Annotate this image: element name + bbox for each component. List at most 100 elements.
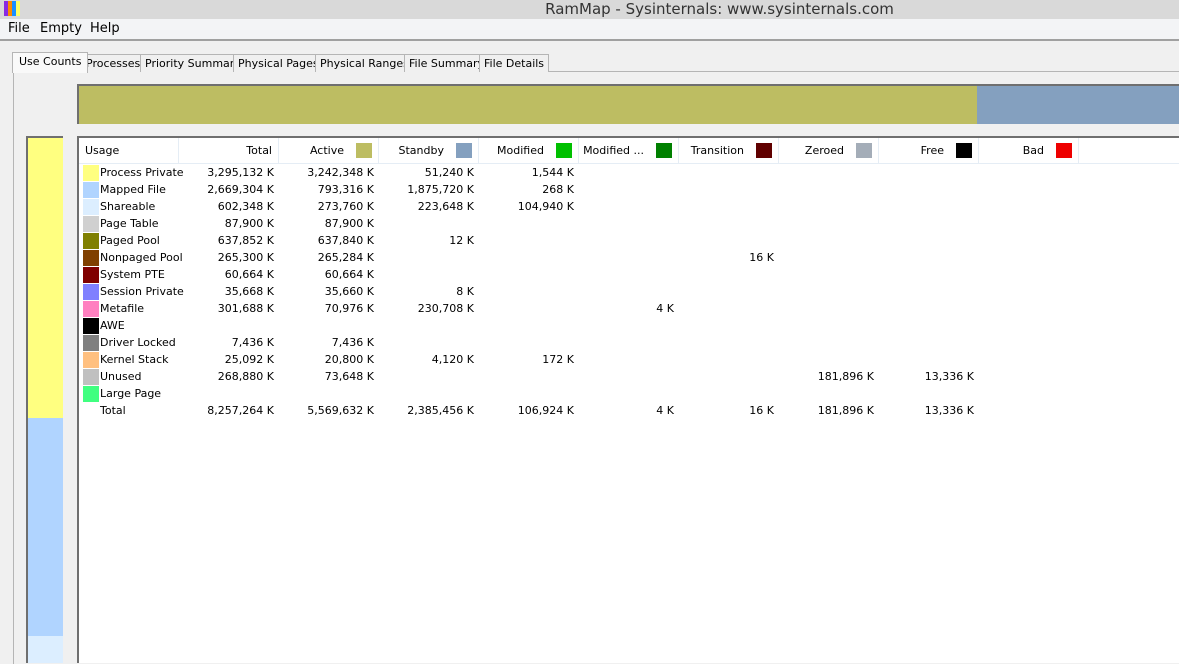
free-value bbox=[879, 317, 974, 334]
transition-value bbox=[679, 283, 774, 300]
legend-color-swatch bbox=[456, 143, 472, 158]
total-row[interactable]: Total 8,257,264 K 5,569,632 K 2,385,456 K 10… bbox=[79, 402, 1179, 419]
transition-value bbox=[679, 215, 774, 232]
modified-value bbox=[479, 385, 574, 402]
title-bar: RamMap - Sysinternals: www.sysinternals.… bbox=[0, 0, 1179, 19]
active-value: 273,760 K bbox=[317, 200, 374, 213]
usage-color-swatch bbox=[83, 182, 99, 198]
active-value: 265,284 K bbox=[317, 251, 374, 264]
modified-value: 268 K bbox=[542, 183, 574, 196]
usage-color-swatch bbox=[83, 386, 99, 402]
standby-value: 2,385,456 K bbox=[407, 404, 474, 417]
menu-bar: File Empty Help bbox=[0, 19, 1179, 41]
column-header-zeroed[interactable]: Zeroed bbox=[779, 138, 879, 163]
transition-value bbox=[679, 351, 774, 368]
table-row[interactable]: Metafile 301,688 K 70,976 K 230,708 K 4 K bbox=[79, 300, 1179, 317]
standby-value: 12 K bbox=[449, 234, 474, 247]
table-row[interactable]: Kernel Stack 25,092 K 20,800 K 4,120 K 172 K bbox=[79, 351, 1179, 368]
table-row[interactable]: Mapped File 2,669,304 K 793,316 K 1,875,720… bbox=[79, 181, 1179, 198]
legend-color-swatch bbox=[856, 143, 872, 158]
usage-label: Total bbox=[100, 404, 126, 417]
tab-priority-summary[interactable]: Priority Summary bbox=[140, 54, 246, 72]
zeroed-value bbox=[779, 249, 874, 266]
tab-physical-ranges[interactable]: Physical Ranges bbox=[315, 54, 414, 72]
zeroed-value bbox=[779, 351, 874, 368]
table-row[interactable]: Unused 268,880 K 73,648 K 181,896 K 13,336 K bbox=[79, 368, 1179, 385]
zeroed-value bbox=[779, 283, 874, 300]
column-header-free[interactable]: Free bbox=[879, 138, 979, 163]
active-value bbox=[279, 317, 374, 334]
table-row[interactable]: Nonpaged Pool 265,300 K 265,284 K 16 K bbox=[79, 249, 1179, 266]
standby-value: 51,240 K bbox=[424, 166, 474, 179]
active-value: 70,976 K bbox=[324, 302, 374, 315]
tab-processes[interactable]: Processes bbox=[81, 54, 146, 72]
modified-no-write-value bbox=[579, 215, 674, 232]
usage-color-swatch bbox=[83, 250, 99, 266]
standby-value: 8 K bbox=[456, 285, 474, 298]
table-row[interactable]: Session Private 35,668 K 35,660 K 8 K bbox=[79, 283, 1179, 300]
column-header-label: Active bbox=[309, 144, 344, 157]
usage-label: Session Private bbox=[100, 285, 184, 298]
modified-no-write-value bbox=[579, 368, 674, 385]
free-value bbox=[879, 232, 974, 249]
usage-color-swatch bbox=[83, 284, 99, 300]
column-header-modified[interactable]: Modified ... bbox=[579, 138, 679, 163]
total-value: 268,880 K bbox=[217, 370, 274, 383]
column-header-label: Free bbox=[920, 144, 944, 157]
free-value bbox=[879, 334, 974, 351]
table-row[interactable]: Shareable 602,348 K 273,760 K 223,648 K 104,… bbox=[79, 198, 1179, 215]
bad-value bbox=[979, 215, 1074, 232]
column-header-transition[interactable]: Transition bbox=[679, 138, 779, 163]
column-header-modified[interactable]: Modified bbox=[479, 138, 579, 163]
menu-file[interactable]: File bbox=[8, 19, 30, 39]
column-header-total[interactable]: Total bbox=[179, 138, 279, 163]
table-row[interactable]: System PTE 60,664 K 60,664 K bbox=[79, 266, 1179, 283]
menu-empty[interactable]: Empty bbox=[40, 19, 82, 39]
modified-no-write-value bbox=[579, 385, 674, 402]
legend-color-swatch bbox=[356, 143, 372, 158]
column-header-blank bbox=[1079, 138, 1179, 163]
bad-value bbox=[979, 198, 1074, 215]
table-row[interactable]: Large Page bbox=[79, 385, 1179, 402]
column-header-standby[interactable]: Standby bbox=[379, 138, 479, 163]
standby-value bbox=[379, 334, 474, 351]
bad-value bbox=[979, 317, 1074, 334]
table-row[interactable]: Process Private 3,295,132 K 3,242,348 K 51,… bbox=[79, 164, 1179, 181]
tab-file-details[interactable]: File Details bbox=[479, 54, 550, 72]
bar-segment-standby bbox=[977, 86, 1179, 124]
usage-label: Large Page bbox=[100, 387, 162, 400]
usage-label: Kernel Stack bbox=[100, 353, 169, 366]
column-header-usage[interactable]: Usage bbox=[79, 138, 179, 163]
usage-color-swatch bbox=[83, 216, 99, 232]
modified-no-write-value bbox=[579, 334, 674, 351]
column-header-active[interactable]: Active bbox=[279, 138, 379, 163]
usage-color-swatch bbox=[83, 352, 99, 368]
active-value: 87,900 K bbox=[324, 217, 374, 230]
zeroed-value bbox=[779, 300, 874, 317]
modified-no-write-value bbox=[579, 283, 674, 300]
table-row[interactable]: Page Table 87,900 K 87,900 K bbox=[79, 215, 1179, 232]
memory-state-bar bbox=[77, 84, 1179, 124]
tab-use-counts[interactable]: Use Counts bbox=[12, 52, 89, 73]
table-row[interactable]: Driver Locked 7,436 K 7,436 K bbox=[79, 334, 1179, 351]
modified-value bbox=[479, 368, 574, 385]
column-header-bad[interactable]: Bad bbox=[979, 138, 1079, 163]
tab-file-summary[interactable]: File Summary bbox=[404, 54, 490, 72]
free-value bbox=[879, 266, 974, 283]
active-value bbox=[279, 385, 374, 402]
transition-value bbox=[679, 368, 774, 385]
modified-value bbox=[479, 334, 574, 351]
table-row[interactable]: Paged Pool 637,852 K 637,840 K 12 K bbox=[79, 232, 1179, 249]
free-value: 13,336 K bbox=[924, 404, 974, 417]
usage-label: System PTE bbox=[100, 268, 165, 281]
bad-value bbox=[979, 232, 1074, 249]
menu-help[interactable]: Help bbox=[90, 19, 120, 39]
free-value bbox=[879, 198, 974, 215]
tab-physical-pages[interactable]: Physical Pages bbox=[233, 54, 324, 72]
transition-value bbox=[679, 266, 774, 283]
modified-no-write-value bbox=[579, 198, 674, 215]
table-row[interactable]: AWE bbox=[79, 317, 1179, 334]
total-value: 602,348 K bbox=[217, 200, 274, 213]
legend-color-swatch bbox=[756, 143, 772, 158]
usage-color-swatch bbox=[83, 233, 99, 249]
